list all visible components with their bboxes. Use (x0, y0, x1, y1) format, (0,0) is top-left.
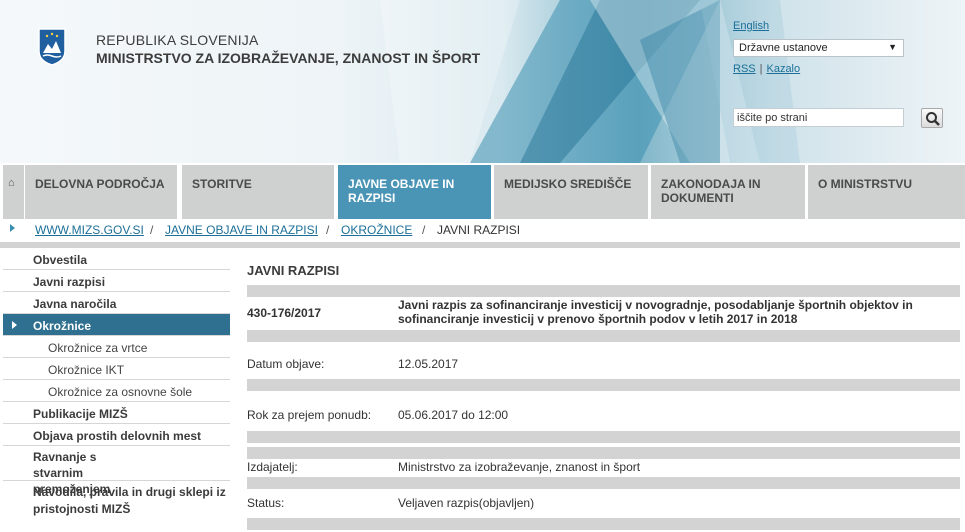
active-arrow-icon (12, 321, 17, 329)
sidebar-item-label: Okrožnice (33, 319, 92, 333)
sidebar-item-label: Javna naročila (33, 297, 117, 311)
breadcrumb-separator: / (150, 223, 154, 237)
tender-description[interactable]: Javni razpis za sofinanciranje investici… (398, 298, 938, 326)
sidebar-subitem-osnovne-sole[interactable]: Okrožnice za osnovne šole (3, 380, 230, 402)
nav-item-label: O MINISTRSTVU (818, 177, 913, 191)
english-link[interactable]: English (733, 20, 769, 32)
sidebar-item-label: Javni razpisi (33, 275, 106, 289)
ministry-name[interactable]: MINISTRSTVO ZA IZOBRAŽEVANJE, ZNANOST IN… (96, 50, 480, 66)
field-value: 12.05.2017 (398, 357, 459, 371)
sidebar-item-navodila[interactable]: Navodila, pravila in drugi sklepi iz pri… (3, 481, 230, 519)
field-label: Rok za prejem ponudb: (247, 408, 372, 422)
nav-item-o-ministrstvu[interactable]: O MINISTRSTVU (808, 165, 965, 219)
nav-item-zakonodaja[interactable]: ZAKONODAJA IN DOKUMENTI (651, 165, 808, 219)
home-icon: ⌂ (8, 177, 15, 189)
search-icon (926, 112, 940, 126)
field-label: Datum objave: (247, 357, 325, 371)
sidebar-subitem-vrtci[interactable]: Okrožnice za vrtce (3, 336, 230, 358)
nav-item-medijsko-sredisce[interactable]: MEDIJSKO SREDIŠČE (494, 165, 651, 219)
breadcrumb-javne-objave[interactable]: JAVNE OBJAVE IN RAZPISI (165, 223, 318, 237)
sidebar-item-prosta-mesta[interactable]: Objava prostih delovnih mest (3, 424, 230, 446)
row-divider (247, 330, 960, 342)
institutions-select-value: Državne ustanove (739, 42, 828, 54)
nav-item-label: ZAKONODAJA IN DOKUMENTI (661, 177, 761, 205)
row-divider (247, 431, 960, 443)
sidebar-item-label: Publikacije MIZŠ (33, 407, 128, 421)
sidebar-item-okroznice[interactable]: Okrožnice (3, 314, 230, 336)
search-button[interactable] (921, 108, 943, 128)
breadcrumb-current: JAVNI RAZPISI (437, 223, 521, 237)
sidebar-item-obvestila[interactable]: Obvestila (3, 248, 230, 270)
breadcrumb-home[interactable]: WWW.MIZS.GOV.SI (35, 223, 144, 237)
tender-number: 430-176/2017 (247, 306, 322, 320)
sidebar-item-javna-narocila[interactable]: Javna naročila (3, 292, 230, 314)
site-header: REPUBLIKA SLOVENIJA MINISTRSTVO ZA IZOBR… (0, 0, 965, 163)
republic-name: REPUBLIKA SLOVENIJA (96, 32, 259, 48)
field-value: 05.06.2017 do 12:00 (398, 408, 509, 422)
sidebar-item-label: Okrožnice za osnovne šole (48, 385, 193, 399)
row-divider (247, 379, 960, 391)
row-divider (247, 447, 960, 459)
sidebar-item-label: Navodila, pravila in drugi sklepi iz pri… (33, 485, 226, 516)
institutions-select[interactable]: Državne ustanove ▼ (733, 39, 904, 57)
sidebar: Obvestila Javni razpisi Javna naročila O… (3, 248, 230, 519)
sidebar-item-label: Obvestila (33, 253, 88, 267)
breadcrumb-separator: / (326, 223, 330, 237)
breadcrumb: WWW.MIZS.GOV.SI / JAVNE OBJAVE IN RAZPIS… (0, 219, 965, 241)
field-value: Veljaven razpis(objavljen) (398, 496, 535, 510)
row-divider (247, 285, 960, 297)
nav-item-label: DELOVNA PODROČJA (35, 177, 165, 191)
field-label: Izdajatelj: (247, 460, 298, 474)
index-link[interactable]: Kazalo (766, 63, 800, 75)
rss-link[interactable]: RSS (733, 63, 756, 75)
sidebar-subitem-ikt[interactable]: Okrožnice IKT (3, 358, 230, 380)
row-divider (247, 518, 960, 530)
dropdown-arrow-icon: ▼ (888, 42, 897, 52)
tender-row: 430-176/2017 Javni razpis za sofinancira… (247, 298, 960, 330)
nav-item-label: STORITVE (192, 177, 252, 191)
crest-icon (38, 28, 66, 66)
breadcrumb-separator: / (422, 223, 426, 237)
breadcrumb-okroznice[interactable]: OKROŽNICE (341, 223, 412, 237)
field-value: Ministrstvo za izobraževanje, znanost in… (398, 460, 641, 474)
sidebar-item-javni-razpisi[interactable]: Javni razpisi (3, 270, 230, 292)
sidebar-item-publikacije[interactable]: Publikacije MIZŠ (3, 402, 230, 424)
row-divider (247, 477, 960, 489)
sidebar-item-label: Okrožnice IKT (48, 363, 125, 377)
header-background (380, 0, 800, 163)
nav-item-storitve[interactable]: STORITVE (182, 165, 337, 219)
main-navigation: ⌂ DELOVNA PODROČJA STORITVE JAVNE OBJAVE… (0, 163, 965, 219)
field-label: Status: (247, 496, 285, 510)
nav-item-javne-objave[interactable]: JAVNE OBJAVE IN RAZPISI (338, 165, 494, 219)
page-title: JAVNI RAZPISI (247, 263, 340, 278)
nav-item-label: JAVNE OBJAVE IN RAZPISI (348, 177, 455, 205)
sidebar-item-label: Objava prostih delovnih mest (33, 429, 202, 443)
breadcrumb-arrow-icon (10, 224, 15, 232)
nav-item-delovna-podrocja[interactable]: DELOVNA PODROČJA (25, 165, 180, 219)
sidebar-item-label: Okrožnice za vrtce (48, 341, 148, 355)
home-button[interactable]: ⌂ (3, 165, 24, 219)
utility-links: RSS | Kazalo (733, 63, 801, 75)
nav-item-label: MEDIJSKO SREDIŠČE (504, 177, 632, 191)
sidebar-item-premozenje[interactable]: Ravnanje s stvarnim premoženjem (3, 446, 230, 496)
search-input[interactable]: iščite po strani (733, 108, 904, 127)
